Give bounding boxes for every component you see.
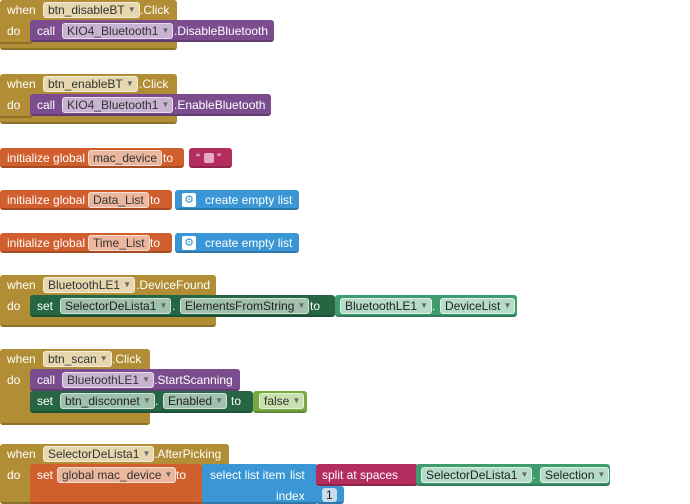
- index-label: index: [276, 489, 305, 503]
- do-keyword: do: [7, 299, 21, 313]
- quote-close: ”: [217, 151, 221, 165]
- chevron-down-icon: ▼: [123, 280, 132, 289]
- chevron-down-icon: ▼: [164, 470, 173, 479]
- component-dropdown-bluetoothle1[interactable]: BluetoothLE1 ▼: [340, 298, 433, 314]
- boolean-dropdown-false[interactable]: false ▼: [259, 393, 305, 409]
- list-label: list: [290, 468, 305, 482]
- set-keyword: set: [37, 394, 54, 408]
- chevron-down-icon: ▼: [297, 301, 306, 310]
- gear-icon[interactable]: ⚙: [182, 236, 196, 250]
- initialize-global-keyword: initialize global: [7, 151, 86, 165]
- chevron-down-icon: ▼: [142, 396, 151, 405]
- when-keyword: when: [7, 352, 36, 366]
- to-keyword: to: [176, 468, 187, 482]
- chevron-down-icon: ▼: [597, 470, 606, 479]
- do-keyword: do: [7, 373, 21, 387]
- dot-label: .: [432, 299, 436, 313]
- global-var-name-field[interactable]: Data_List: [88, 192, 149, 208]
- component-dropdown-btn-disconnet[interactable]: btn_disconnet ▼: [60, 393, 155, 409]
- quote-open: “: [196, 151, 200, 165]
- component-dropdown-btn-enablebt[interactable]: btn_enableBT ▼: [43, 76, 138, 92]
- dot-label: .: [532, 468, 536, 482]
- chevron-down-icon: ▼: [161, 100, 170, 109]
- event-name-label: .Click: [140, 3, 170, 17]
- chevron-down-icon: ▼: [503, 301, 512, 310]
- global-var-name-field[interactable]: Time_List: [88, 235, 150, 251]
- to-keyword: to: [231, 394, 242, 408]
- chevron-down-icon: ▼: [420, 301, 429, 310]
- to-keyword: to: [150, 193, 161, 207]
- when-keyword: when: [7, 77, 36, 91]
- method-name-label: .DisableBluetooth: [174, 24, 269, 38]
- method-name-label: .StartScanning: [154, 373, 233, 387]
- create-empty-list-label: create empty list: [205, 193, 293, 207]
- variable-dropdown-global-mac-device[interactable]: global mac_device ▼: [57, 467, 177, 483]
- component-dropdown-selectordelista1[interactable]: SelectorDeLista1 ▼: [421, 467, 533, 483]
- property-dropdown-devicelist[interactable]: DeviceList ▼: [440, 298, 516, 314]
- when-keyword: when: [7, 278, 36, 292]
- global-var-name-field[interactable]: mac_device: [88, 150, 163, 166]
- method-name-label: .EnableBluetooth: [174, 98, 266, 112]
- to-keyword: to: [163, 151, 174, 165]
- initialize-global-keyword: initialize global: [7, 193, 86, 207]
- chevron-down-icon: ▼: [142, 449, 151, 458]
- chevron-down-icon: ▼: [142, 375, 151, 384]
- do-keyword: do: [7, 24, 21, 38]
- chevron-down-icon: ▼: [159, 301, 168, 310]
- create-empty-list-label: create empty list: [205, 236, 293, 250]
- chevron-down-icon: ▼: [215, 396, 224, 405]
- do-keyword: do: [7, 98, 21, 112]
- component-dropdown-btn-disablebt[interactable]: btn_disableBT ▼: [43, 2, 140, 18]
- initialize-global-keyword: initialize global: [7, 236, 86, 250]
- split-at-spaces-label: split at spaces: [322, 468, 399, 482]
- property-dropdown-selection[interactable]: Selection ▼: [540, 467, 610, 483]
- event-name-label: .AfterPicking: [154, 447, 222, 461]
- chevron-down-icon: ▼: [292, 396, 301, 405]
- component-dropdown-selectordelista1[interactable]: SelectorDeLista1 ▼: [60, 298, 172, 314]
- to-keyword: to: [150, 236, 161, 250]
- component-dropdown-bluetoothle1[interactable]: BluetoothLE1 ▼: [43, 277, 136, 293]
- chevron-down-icon: ▼: [520, 470, 529, 479]
- chevron-down-icon: ▼: [99, 354, 108, 363]
- gear-icon[interactable]: ⚙: [182, 193, 196, 207]
- set-keyword: set: [37, 299, 54, 313]
- component-dropdown-kio4-bluetooth1[interactable]: KIO4_Bluetooth1 ▼: [62, 97, 174, 113]
- call-keyword: call: [37, 373, 56, 387]
- chevron-down-icon: ▼: [161, 26, 170, 35]
- component-dropdown-bluetoothle1[interactable]: BluetoothLE1 ▼: [62, 372, 155, 388]
- component-dropdown-kio4-bluetooth1[interactable]: KIO4_Bluetooth1 ▼: [62, 23, 174, 39]
- when-keyword: when: [7, 3, 36, 17]
- call-keyword: call: [37, 24, 56, 38]
- event-name-label: .DeviceFound: [136, 278, 211, 292]
- property-dropdown-elementsfromstring[interactable]: ElementsFromString ▼: [180, 298, 310, 314]
- dot-label: .: [155, 394, 159, 408]
- component-dropdown-selectordelista1[interactable]: SelectorDeLista1 ▼: [43, 446, 155, 462]
- select-list-item-label: select list item: [210, 468, 286, 482]
- set-keyword: set: [37, 468, 54, 482]
- do-keyword: do: [7, 468, 21, 482]
- chevron-down-icon: ▼: [125, 79, 134, 88]
- component-dropdown-btn-scan[interactable]: btn_scan ▼: [43, 351, 112, 367]
- property-dropdown-enabled[interactable]: Enabled ▼: [163, 393, 228, 409]
- when-keyword: when: [7, 447, 36, 461]
- dot-label: .: [172, 299, 176, 313]
- call-keyword: call: [37, 98, 56, 112]
- event-name-label: .Click: [139, 77, 169, 91]
- empty-text-field[interactable]: [204, 153, 214, 163]
- event-name-label: .Click: [112, 352, 142, 366]
- to-keyword: to: [310, 299, 321, 313]
- chevron-down-icon: ▼: [127, 5, 136, 14]
